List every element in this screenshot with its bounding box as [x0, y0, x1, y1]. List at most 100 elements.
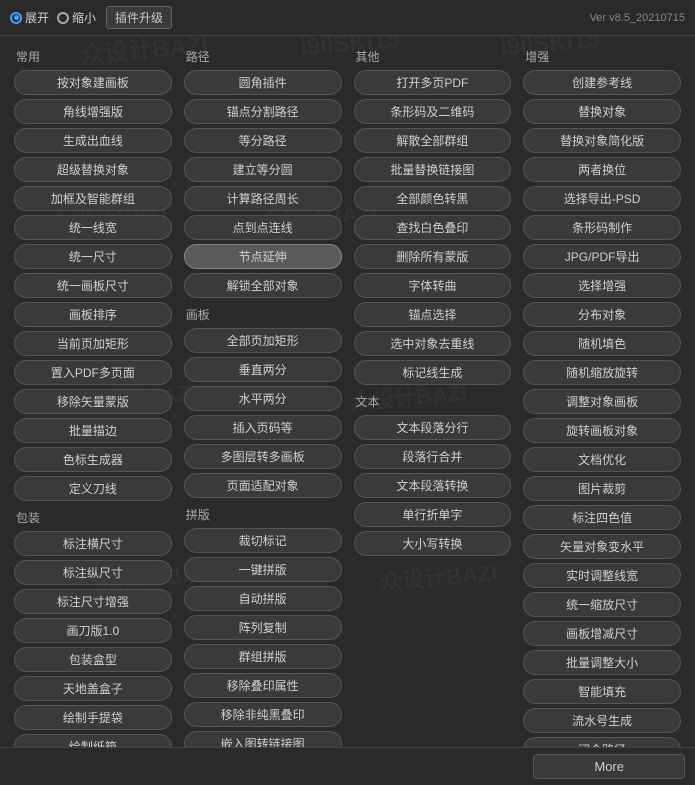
btn-packaging-0[interactable]: 标注横尺寸 — [14, 531, 172, 556]
btn-typesetting-4[interactable]: 群组拼版 — [184, 644, 342, 669]
radio-expand[interactable]: 展开 — [10, 9, 49, 26]
version-text: Ver v8.5_20210715 — [590, 12, 685, 24]
btn-packaging-2[interactable]: 标注尺寸增强 — [14, 589, 172, 614]
btn-canvas-1[interactable]: 垂直两分 — [184, 357, 342, 382]
btn-enhance-14[interactable]: 图片裁剪 — [523, 476, 681, 501]
btn-enhance-18[interactable]: 统一缩放尺寸 — [523, 592, 681, 617]
btn-canvas-3[interactable]: 插入页码等 — [184, 415, 342, 440]
btn-path-1[interactable]: 锚点分割路径 — [184, 99, 342, 124]
btn-typesetting-6[interactable]: 移除非纯黑叠印 — [184, 702, 342, 727]
btn-common-5[interactable]: 统一线宽 — [14, 215, 172, 240]
canvas-btn-list: 全部页加矩形垂直两分水平两分插入页码等多图层转多画板页面适配对象 — [184, 328, 342, 498]
btn-enhance-15[interactable]: 标注四色值 — [523, 505, 681, 530]
btn-enhance-11[interactable]: 调整对象画板 — [523, 389, 681, 414]
btn-typesetting-3[interactable]: 阵列复制 — [184, 615, 342, 640]
btn-typesetting-2[interactable]: 自动拼版 — [184, 586, 342, 611]
btn-common-10[interactable]: 置入PDF多页面 — [14, 360, 172, 385]
text-btn-list: 文本段落分行段落行合并文本段落转换单行折单字大小写转换 — [354, 415, 512, 556]
btn-common-9[interactable]: 当前页加矩形 — [14, 331, 172, 356]
radio-shrink[interactable]: 缩小 — [57, 9, 96, 26]
btn-enhance-20[interactable]: 批量调整大小 — [523, 650, 681, 675]
btn-common-13[interactable]: 色标生成器 — [14, 447, 172, 472]
btn-enhance-17[interactable]: 实时调整线宽 — [523, 563, 681, 588]
btn-text-3[interactable]: 单行折单字 — [354, 502, 512, 527]
btn-other-1[interactable]: 条形码及二维码 — [354, 99, 512, 124]
btn-other-10[interactable]: 标记线生成 — [354, 360, 512, 385]
btn-common-14[interactable]: 定义刀线 — [14, 476, 172, 501]
btn-enhance-22[interactable]: 流水号生成 — [523, 708, 681, 733]
plugin-upgrade-button[interactable]: 插件升级 — [106, 6, 172, 29]
btn-common-0[interactable]: 按对象建画板 — [14, 70, 172, 95]
btn-other-5[interactable]: 查找白色叠印 — [354, 215, 512, 240]
top-bar-left: 展开 缩小 插件升级 — [10, 6, 172, 29]
btn-path-0[interactable]: 圆角插件 — [184, 70, 342, 95]
btn-text-1[interactable]: 段落行合并 — [354, 444, 512, 469]
btn-common-2[interactable]: 生成出血线 — [14, 128, 172, 153]
btn-enhance-19[interactable]: 画板增减尺寸 — [523, 621, 681, 646]
btn-path-6[interactable]: 节点延伸 — [184, 244, 342, 269]
section-packaging-title: 包装 — [14, 509, 172, 526]
main-content: 常用 按对象建画板角线增强版生成出血线超级替换对象加框及智能群组统一线宽统一尺寸… — [0, 36, 695, 774]
radio-expand-label: 展开 — [25, 9, 49, 26]
btn-enhance-5[interactable]: 条形码制作 — [523, 215, 681, 240]
more-button[interactable]: More — [533, 754, 685, 779]
btn-common-4[interactable]: 加框及智能群组 — [14, 186, 172, 211]
btn-canvas-5[interactable]: 页面适配对象 — [184, 473, 342, 498]
btn-path-7[interactable]: 解锁全部对象 — [184, 273, 342, 298]
btn-other-2[interactable]: 解散全部群组 — [354, 128, 512, 153]
common-btn-list: 按对象建画板角线增强版生成出血线超级替换对象加框及智能群组统一线宽统一尺寸统一画… — [14, 70, 172, 501]
btn-enhance-8[interactable]: 分布对象 — [523, 302, 681, 327]
btn-canvas-4[interactable]: 多图层转多画板 — [184, 444, 342, 469]
btn-text-4[interactable]: 大小写转换 — [354, 531, 512, 556]
btn-enhance-6[interactable]: JPG/PDF导出 — [523, 244, 681, 269]
btn-enhance-1[interactable]: 替换对象 — [523, 99, 681, 124]
btn-path-4[interactable]: 计算路径周长 — [184, 186, 342, 211]
btn-typesetting-5[interactable]: 移除叠印属性 — [184, 673, 342, 698]
btn-common-1[interactable]: 角线增强版 — [14, 99, 172, 124]
btn-enhance-7[interactable]: 选择增强 — [523, 273, 681, 298]
btn-enhance-3[interactable]: 两者换位 — [523, 157, 681, 182]
btn-enhance-12[interactable]: 旋转画板对象 — [523, 418, 681, 443]
btn-packaging-3[interactable]: 画刀版1.0 — [14, 618, 172, 643]
btn-other-3[interactable]: 批量替换链接图 — [354, 157, 512, 182]
btn-packaging-5[interactable]: 天地盖盒子 — [14, 676, 172, 701]
btn-path-5[interactable]: 点到点连线 — [184, 215, 342, 240]
btn-enhance-13[interactable]: 文档优化 — [523, 447, 681, 472]
btn-other-0[interactable]: 打开多页PDF — [354, 70, 512, 95]
btn-common-12[interactable]: 批量描边 — [14, 418, 172, 443]
btn-common-11[interactable]: 移除矢量蒙版 — [14, 389, 172, 414]
btn-canvas-2[interactable]: 水平两分 — [184, 386, 342, 411]
btn-other-8[interactable]: 锚点选择 — [354, 302, 512, 327]
btn-typesetting-0[interactable]: 裁切标记 — [184, 528, 342, 553]
btn-path-3[interactable]: 建立等分圆 — [184, 157, 342, 182]
section-enhance-title: 增强 — [523, 48, 681, 65]
btn-enhance-9[interactable]: 随机填色 — [523, 331, 681, 356]
bottom-bar: More — [0, 747, 695, 785]
btn-other-7[interactable]: 字体转曲 — [354, 273, 512, 298]
typesetting-btn-list: 裁切标记一键拼版自动拼版阵列复制群组拼版移除叠印属性移除非纯黑叠印嵌入图转链接图 — [184, 528, 342, 756]
btn-packaging-1[interactable]: 标注纵尺寸 — [14, 560, 172, 585]
btn-canvas-0[interactable]: 全部页加矩形 — [184, 328, 342, 353]
btn-enhance-21[interactable]: 智能填充 — [523, 679, 681, 704]
btn-enhance-0[interactable]: 创建参考线 — [523, 70, 681, 95]
btn-other-4[interactable]: 全部颜色转黑 — [354, 186, 512, 211]
btn-packaging-4[interactable]: 包装盒型 — [14, 647, 172, 672]
btn-enhance-16[interactable]: 矢量对象变水平 — [523, 534, 681, 559]
btn-typesetting-1[interactable]: 一键拼版 — [184, 557, 342, 582]
btn-path-2[interactable]: 等分路径 — [184, 128, 342, 153]
btn-common-7[interactable]: 统一画板尺寸 — [14, 273, 172, 298]
btn-enhance-10[interactable]: 随机缩放旋转 — [523, 360, 681, 385]
btn-other-9[interactable]: 选中对象去重线 — [354, 331, 512, 356]
btn-common-6[interactable]: 统一尺寸 — [14, 244, 172, 269]
btn-common-3[interactable]: 超级替换对象 — [14, 157, 172, 182]
btn-enhance-2[interactable]: 替换对象简化版 — [523, 128, 681, 153]
other-btn-list: 打开多页PDF 条形码及二维码解散全部群组批量替换链接图全部颜色转黑查找白色叠印删… — [354, 70, 512, 385]
btn-text-0[interactable]: 文本段落分行 — [354, 415, 512, 440]
btn-enhance-4[interactable]: 选择导出-PSD — [523, 186, 681, 211]
btn-common-8[interactable]: 画板排序 — [14, 302, 172, 327]
btn-packaging-6[interactable]: 绘制手提袋 — [14, 705, 172, 730]
path-btn-list: 圆角插件锚点分割路径等分路径建立等分圆计算路径周长点到点连线节点延伸解锁全部对象 — [184, 70, 342, 298]
btn-other-6[interactable]: 删除所有蒙版 — [354, 244, 512, 269]
top-bar: 展开 缩小 插件升级 Ver v8.5_20210715 — [0, 0, 695, 36]
btn-text-2[interactable]: 文本段落转换 — [354, 473, 512, 498]
